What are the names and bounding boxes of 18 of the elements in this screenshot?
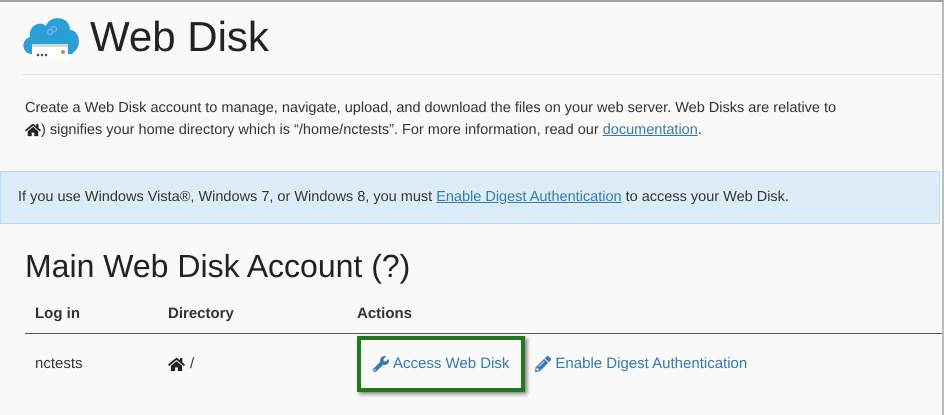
home-icon <box>25 123 41 137</box>
alert-text: If you use Windows Vista®, Windows 7, or Windows 8, you must Enable Digest Authentication to access your Web Disk. <box>18 188 789 207</box>
table-cell-text: / <box>190 354 194 374</box>
page-title: Web Disk <box>90 12 269 62</box>
description-text: Create a Web Disk account to manage, navigate, upload, and download the files on your web server. Web Disks are relative to <box>25 99 838 118</box>
pencil-icon <box>535 356 552 372</box>
column-header: Log in <box>34 304 81 324</box>
wrench-icon <box>373 356 389 372</box>
home-icon <box>168 356 185 372</box>
table-cell: nctests <box>35 354 83 372</box>
action-link[interactable]: Access Web Disk <box>357 336 526 392</box>
action-link[interactable]: Enable Digest Authentication <box>529 352 754 376</box>
section-title: Main Web Disk Account (?) <box>24 247 412 286</box>
documentation-link[interactable]: documentation <box>602 122 698 138</box>
description-text: ) signifies your home directory which is “/home/nctests”. For more information, read our documentation. <box>41 121 702 140</box>
column-header: Directory <box>168 304 235 324</box>
column-header: Actions <box>357 304 412 324</box>
digest-auth-link[interactable]: Enable Digest Authentication <box>436 188 622 205</box>
